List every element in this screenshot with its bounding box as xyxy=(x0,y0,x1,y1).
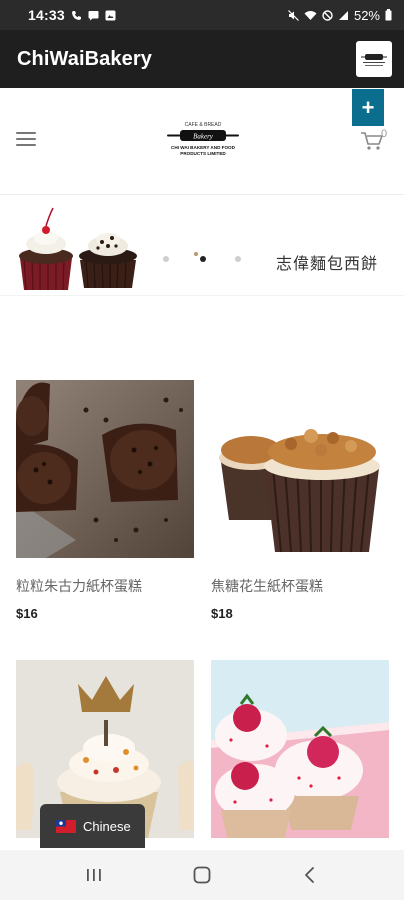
recents-icon xyxy=(87,869,101,881)
home-icon xyxy=(193,866,211,884)
back-icon xyxy=(305,867,314,883)
slider-dot-3 xyxy=(235,256,241,262)
slider-dot-1 xyxy=(163,256,169,262)
wifi-icon xyxy=(304,10,317,20)
battery-percent: 52% xyxy=(353,7,380,23)
gallery-icon xyxy=(105,10,116,20)
signal-icon xyxy=(338,10,348,20)
status-bar: 14:33 52% xyxy=(0,0,404,30)
product-card[interactable]: 焦糖花生紙杯蛋糕 $18 xyxy=(211,380,389,621)
system-nav-bar xyxy=(0,850,404,900)
dnd-icon xyxy=(322,9,333,21)
message-icon xyxy=(88,10,99,20)
product-price: $16 xyxy=(16,606,38,621)
language-selector[interactable]: Chinese xyxy=(40,804,145,848)
product-image-chocolate-chip-cupcake xyxy=(16,380,194,558)
recents-button[interactable] xyxy=(74,855,114,895)
product-name[interactable]: 粒粒朱古力紙杯蛋糕 xyxy=(16,576,142,596)
logo-top-text: CAFE & BREAD xyxy=(185,122,222,128)
logo-line-1: CHI WAI BAKERY AND FOOD xyxy=(171,145,236,150)
plus-icon: + xyxy=(361,94,375,120)
slider-dot-2 xyxy=(200,256,206,262)
back-button[interactable] xyxy=(290,855,330,895)
plus-button[interactable]: + xyxy=(352,89,384,126)
app-title: ChiWaiBakery xyxy=(17,47,152,70)
bakery-logo-small xyxy=(361,54,387,66)
status-time: 14:33 xyxy=(28,7,65,23)
site-header: CAFE & BREAD Bakery CHI WAI BAKERY AND F… xyxy=(0,88,404,195)
battery-icon xyxy=(385,9,392,21)
call-icon xyxy=(71,10,81,20)
bakery-logo[interactable]: CAFE & BREAD Bakery CHI WAI BAKERY AND F… xyxy=(162,118,244,162)
slider-dots[interactable] xyxy=(160,252,250,266)
slider-dot-2-highlight xyxy=(194,252,198,256)
taiwan-flag-icon xyxy=(56,819,76,833)
app-bar: ChiWaiBakery xyxy=(0,30,404,88)
app-logo[interactable] xyxy=(356,41,392,77)
product-card[interactable]: 粒粒朱古力紙杯蛋糕 $16 xyxy=(16,380,194,621)
logo-line-2: PRODUCTS LIMITED xyxy=(180,151,226,156)
product-card[interactable] xyxy=(211,660,389,838)
product-price: $18 xyxy=(211,606,233,621)
product-image-strawberry-cupcake xyxy=(211,660,389,838)
banner-cupcakes-image xyxy=(19,207,137,291)
banner-title: 志偉麵包西餅 xyxy=(276,254,379,273)
cart-count: 0 xyxy=(381,128,388,140)
mute-icon xyxy=(288,9,299,21)
hamburger-menu-icon[interactable] xyxy=(16,132,36,146)
product-name[interactable]: 焦糖花生紙杯蛋糕 xyxy=(211,576,323,596)
language-label: Chinese xyxy=(83,818,131,834)
banner-slider[interactable]: 志偉麵包西餅 xyxy=(0,196,404,296)
product-image-caramel-peanut-cupcake xyxy=(211,380,389,558)
home-button[interactable] xyxy=(182,855,222,895)
logo-text: Bakery xyxy=(193,133,214,141)
